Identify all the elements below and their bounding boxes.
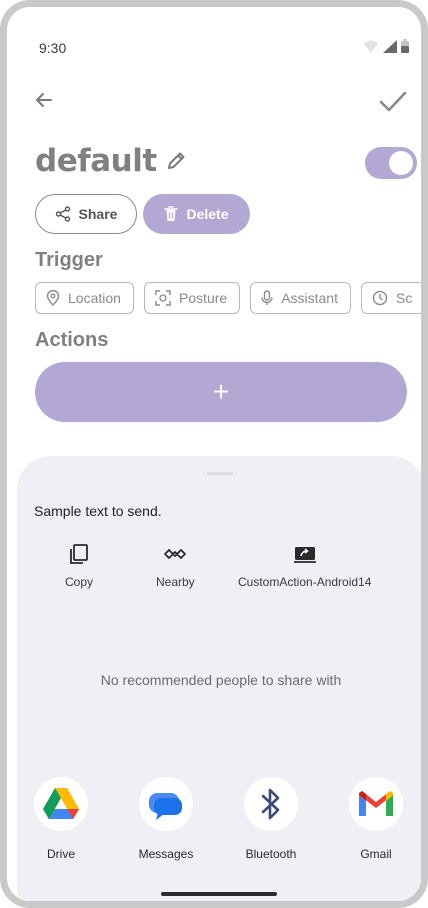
no-recommended-people: No recommended people to share with: [100, 672, 342, 688]
app-label: Gmail: [360, 847, 392, 861]
actions-heading: Actions: [35, 329, 109, 351]
chip-schedule[interactable]: Sc: [361, 282, 421, 314]
copy-action[interactable]: Copy: [65, 543, 93, 589]
trigger-chips: Location Posture Assistant Sc: [35, 282, 421, 314]
posture-icon: [155, 290, 171, 306]
plus-icon: +: [212, 376, 230, 407]
wifi-icon: [363, 40, 379, 53]
add-action-button[interactable]: +: [35, 362, 407, 422]
toggle-knob: [389, 151, 413, 175]
back-button[interactable]: [29, 85, 59, 115]
custom-action-icon: [293, 547, 316, 563]
share-icon: [55, 206, 70, 222]
status-time: 9:30: [39, 40, 67, 56]
bluetooth-icon: [261, 788, 280, 820]
chip-label: Location: [68, 290, 121, 306]
nearby-share-icon: [164, 549, 187, 559]
app-messages[interactable]: Messages: [121, 777, 211, 861]
clock-icon: [372, 290, 388, 306]
app-label: Bluetooth: [245, 847, 297, 861]
app-bluetooth[interactable]: Bluetooth: [226, 777, 316, 861]
nearby-action[interactable]: Nearby: [156, 543, 195, 589]
nearby-label: Nearby: [156, 575, 195, 589]
gesture-nav-handle[interactable]: [161, 892, 277, 896]
title-row: default: [35, 143, 187, 179]
enable-toggle[interactable]: [365, 147, 417, 179]
share-button-label: Share: [78, 206, 118, 222]
app-icon-circle: [34, 777, 88, 831]
gmail-icon: [359, 791, 393, 816]
messages-icon: [149, 793, 182, 820]
app-drive[interactable]: Drive: [16, 777, 106, 861]
delete-button-label: Delete: [186, 206, 229, 222]
edit-pencil-icon[interactable]: [165, 150, 187, 172]
chip-location[interactable]: Location: [35, 282, 134, 314]
screen: 9:30 default Share Delete Trigger Locati…: [15, 15, 421, 901]
sheet-drag-handle[interactable]: [207, 472, 233, 475]
trigger-heading: Trigger: [35, 249, 103, 271]
copy-label: Copy: [65, 575, 94, 589]
location-pin-icon: [46, 290, 60, 306]
delete-button[interactable]: Delete: [143, 194, 250, 234]
chip-label: Sc: [396, 290, 413, 306]
chip-assistant[interactable]: Assistant: [250, 282, 351, 314]
app-icon-circle: [349, 777, 403, 831]
custom-action-label: CustomAction-Android14: [238, 575, 372, 589]
check-icon: [379, 91, 407, 112]
copy-icon: [70, 544, 88, 564]
page-title: default: [35, 143, 157, 179]
app-label: Messages: [138, 847, 194, 861]
device-frame: 9:30 default Share Delete Trigger Locati…: [0, 0, 428, 908]
chip-label: Assistant: [281, 290, 338, 306]
app-gmail[interactable]: Gmail: [331, 777, 421, 861]
chip-posture[interactable]: Posture: [143, 282, 241, 314]
custom-action[interactable]: CustomAction-Android14: [238, 543, 371, 589]
app-icon-circle: [244, 777, 298, 831]
chip-label: Posture: [178, 290, 228, 306]
signal-icon: [383, 40, 397, 53]
app-icon-circle: [139, 777, 193, 831]
share-button[interactable]: Share: [35, 194, 137, 234]
google-drive-icon: [43, 788, 79, 819]
app-label: Drive: [46, 847, 75, 861]
arrow-back-icon: [36, 93, 52, 107]
save-check-button[interactable]: [377, 85, 409, 117]
trash-icon: [164, 206, 179, 221]
battery-icon: [401, 39, 409, 53]
share-sheet: Sample text to send. Copy Nearby CustomA…: [16, 456, 421, 901]
share-preview-text: Sample text to send.: [34, 503, 162, 519]
status-icons: [363, 39, 409, 53]
mic-icon: [261, 290, 273, 305]
